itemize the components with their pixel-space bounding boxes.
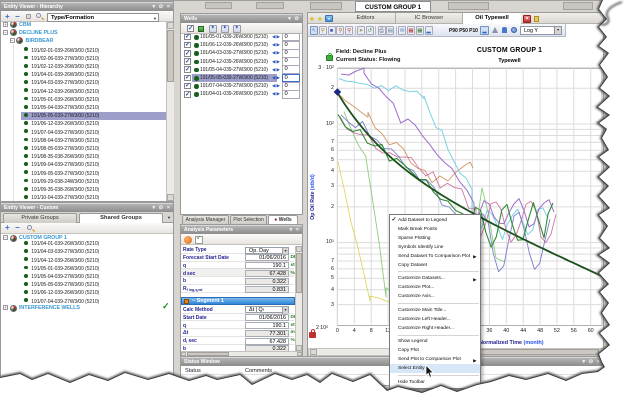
svg-text:Op Oil Rate (stb/d): Op Oil Rate (stb/d) <box>310 174 316 220</box>
